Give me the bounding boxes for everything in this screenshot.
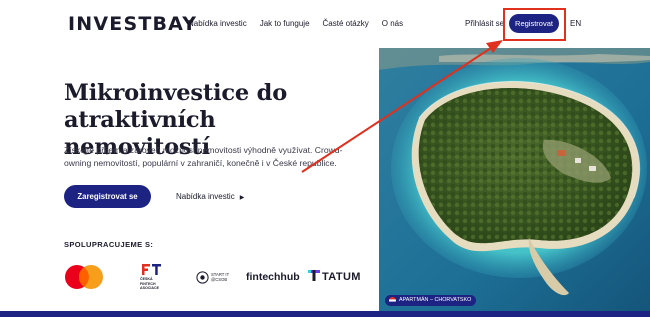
bottom-bar [0, 311, 650, 317]
chevron-right-icon: ▶ [239, 195, 245, 201]
fintechhub-logo: fintechhub [246, 271, 300, 283]
tatum-glyph-icon [308, 270, 320, 281]
czech-fintech-association-logo: ČESKÁ FINTECH ASOCIACE [140, 264, 170, 294]
fintech-association-text: ČESKÁ FINTECH ASOCIACE [140, 277, 159, 291]
startit-csob-logo: START IT @CSOB [196, 268, 236, 288]
investbay-logo[interactable]: INVESTBAY [68, 14, 197, 34]
signup-button[interactable]: Zaregistrovat se [64, 185, 151, 208]
investments-offer-link[interactable]: Nabídka investic ▶ [176, 192, 244, 203]
partners-label: SPOLUPRACUJEME S: [64, 240, 154, 249]
nav-item-investments[interactable]: Nabídka investic [188, 18, 247, 30]
startit-text: START IT @CSOB [211, 272, 230, 282]
register-highlight-box [503, 8, 566, 41]
photo-badge-label: APARTMÁN – CHORVATSKO [399, 297, 472, 303]
site-header: INVESTBAY Nabídka investic Jak to funguj… [0, 0, 650, 48]
mastercard-logo [64, 264, 104, 290]
tatum-text: TATUM [322, 271, 361, 283]
croatia-flag-icon [389, 297, 396, 304]
tatum-logo: TATUM [308, 270, 361, 284]
nav-item-how-it-works[interactable]: Jak to funguje [260, 18, 310, 30]
hero-photo [379, 48, 650, 311]
nav-item-faq[interactable]: Časté otázky [323, 18, 369, 30]
hero-description: Získejte příjem a zároveň možnost nemovi… [64, 145, 343, 168]
main-nav: Nabídka investic Jak to funguje Časté ot… [188, 18, 416, 30]
photo-location-badge: APARTMÁN – CHORVATSKO [385, 295, 477, 306]
login-link[interactable]: Přihlásit se [465, 18, 504, 30]
nav-item-about[interactable]: O nás [382, 18, 403, 30]
investments-offer-label: Nabídka investic [176, 192, 235, 201]
language-switch[interactable]: EN [570, 18, 581, 30]
